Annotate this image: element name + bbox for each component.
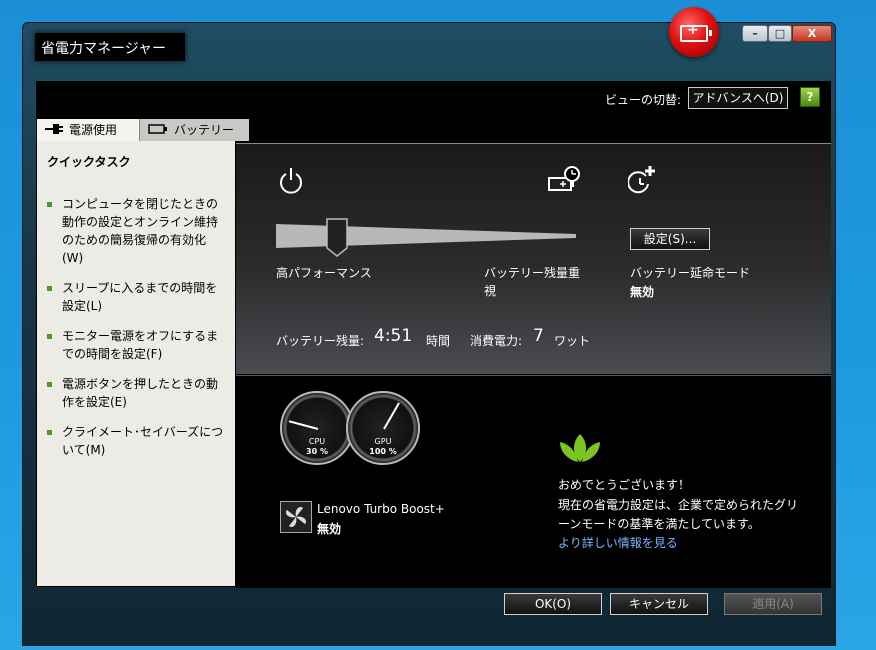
sidebar-item-sleep-time[interactable]: スリープに入るまでの時間を設定(L) — [47, 279, 227, 315]
sidebar-item-climate-savers[interactable]: クライメート･セイバーズについて(M) — [47, 423, 227, 459]
battery-remaining-unit: 時間 — [426, 334, 451, 348]
quick-tasks-sidebar: クイックタスク コンピュータを閉じたときの動作の設定とオンライン維持のための簡易… — [37, 141, 235, 586]
turbo-boost-label: Lenovo Turbo Boost+ — [317, 502, 445, 516]
power-consumption-unit: ワット — [554, 334, 591, 348]
gpu-gauge: GPU 100 % — [346, 391, 420, 465]
tab-battery[interactable]: バッテリー — [139, 119, 249, 141]
battery-saver-icon — [548, 166, 582, 200]
tab-power-usage[interactable]: 電源使用 — [37, 119, 139, 141]
view-switch-label: ビューの切替: — [604, 93, 681, 107]
battery-extend-mode-state: 無効 — [630, 285, 655, 299]
power-mode-slider-thumb[interactable] — [326, 218, 348, 257]
battery-plus-icon[interactable]: + — [669, 7, 719, 57]
eco-message: 現在の省電力設定は、企業で定められたグリーンモードの基準を満たしています。 — [558, 498, 799, 531]
battery-extend-icon — [627, 164, 662, 200]
eco-title: おめでとうございます！ — [558, 478, 691, 492]
extend-settings-button[interactable]: 設定(S)... — [630, 228, 710, 250]
main-content: ビューの切替: アドバンスへ(D) ? 電源使用 バッテリー クイックタスク コ… — [36, 81, 831, 588]
cancel-button[interactable]: キャンセル — [610, 593, 708, 615]
sidebar-item-lid-action[interactable]: コンピュータを閉じたときの動作の設定とオンライン維持のための簡易復帰の有効化(W… — [47, 195, 227, 267]
power-settings-panel: 高パフォーマンス バッテリー残量重視 設定(S)... バッテリー延命モード 無… — [236, 143, 831, 374]
sidebar-item-monitor-off[interactable]: モニター電源をオフにするまでの時間を設定(F) — [47, 327, 227, 363]
battery-priority-label: バッテリー残量重視 — [484, 266, 581, 298]
help-icon[interactable]: ? — [800, 87, 820, 107]
view-switch-button[interactable]: アドバンスへ(D) — [688, 87, 788, 109]
battery-remaining-label: バッテリー残量: — [276, 334, 365, 348]
battery-extend-mode-label: バッテリー延命モード — [630, 266, 751, 280]
power-manager-window: 省電力マネージャー + – □ X ビューの切替: アドバンスへ(D) ? 電源… — [22, 7, 836, 646]
apply-button[interactable]: 適用(A) — [724, 593, 822, 615]
battery-remaining-value: 4:51 — [374, 326, 413, 346]
close-button[interactable]: X — [792, 25, 832, 42]
power-consumption-value: 7 — [533, 326, 544, 346]
high-performance-label: 高パフォーマンス — [276, 266, 372, 280]
status-panel: CPU 30 % GPU 100 % Lenovo Turbo Boost+ 無… — [236, 375, 831, 588]
power-consumption-label: 消費電力: — [470, 334, 523, 348]
leaf-icon — [558, 432, 602, 468]
quick-tasks-heading: クイックタスク — [47, 155, 131, 169]
more-info-link[interactable]: より詳しい情報を見る — [558, 534, 678, 551]
ok-button[interactable]: OK(O) — [504, 593, 602, 615]
performance-icon — [278, 166, 304, 200]
cpu-gauge: CPU 30 % — [280, 391, 354, 465]
maximize-button[interactable]: □ — [768, 25, 792, 42]
power-plug-icon — [45, 120, 63, 142]
turbo-boost-state: 無効 — [317, 522, 342, 536]
fan-icon — [280, 501, 312, 533]
sidebar-item-power-button[interactable]: 電源ボタンを押したときの動作を設定(E) — [47, 375, 227, 411]
power-mode-slider-track[interactable] — [276, 222, 576, 250]
window-title: 省電力マネージャー — [41, 41, 167, 57]
minimize-button[interactable]: – — [742, 25, 768, 42]
battery-icon — [148, 120, 168, 142]
